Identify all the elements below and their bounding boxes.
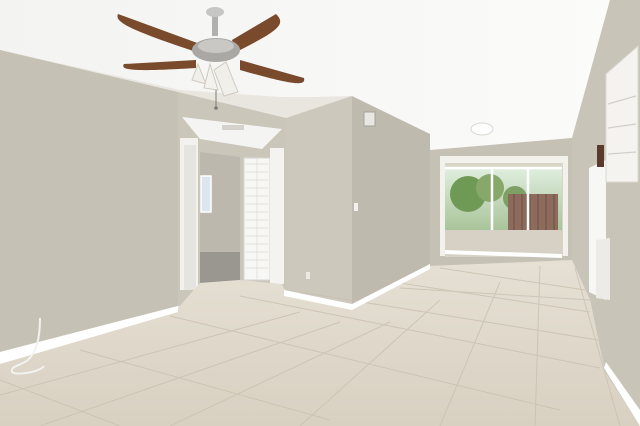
ceiling-light (470, 122, 494, 136)
ac-vent (363, 111, 376, 127)
center-pillar-front (286, 96, 352, 306)
wall-outlet (306, 272, 310, 279)
hallway-window (200, 175, 212, 213)
light-switch (354, 203, 358, 211)
left-wall (0, 50, 178, 352)
empty-room-photo (0, 0, 640, 426)
ceiling-vent (222, 125, 244, 130)
door-frame (270, 148, 284, 284)
wood-fence (508, 194, 558, 230)
